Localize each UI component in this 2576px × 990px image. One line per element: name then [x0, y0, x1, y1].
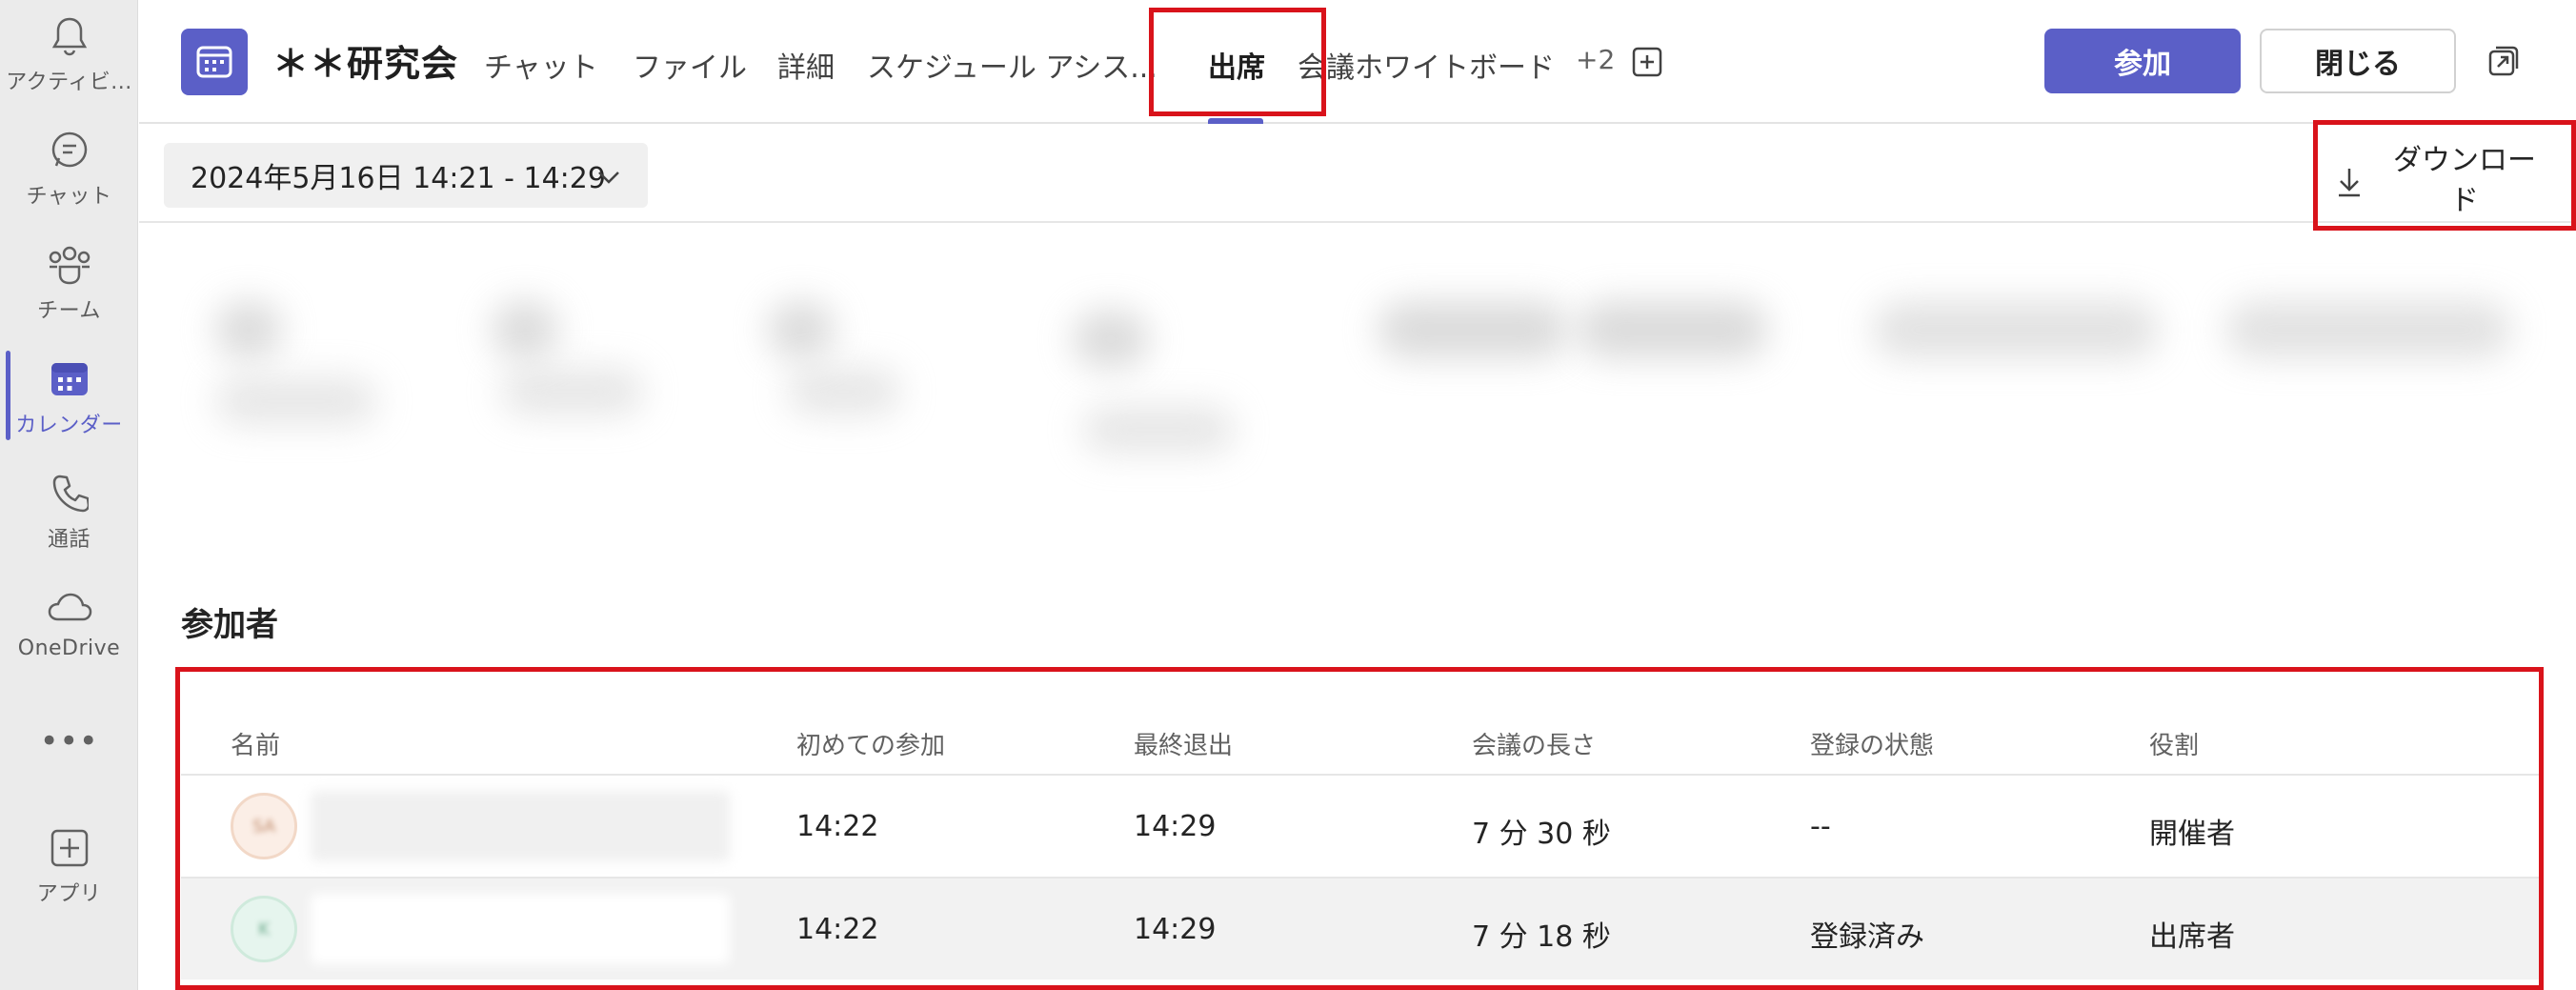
rail-item-onedrive[interactable]: OneDrive [0, 572, 138, 677]
rail-label: チャット [26, 185, 112, 209]
popout-icon[interactable] [2486, 44, 2521, 78]
rail-label: 通話 [47, 528, 91, 552]
tab-chat[interactable]: チャット [484, 44, 598, 86]
rail-item-chat[interactable]: チャット [0, 114, 138, 219]
meeting-date-value: 2024年5月16日 14:21 - 14:29 [191, 162, 606, 195]
column-header-role[interactable]: 役割 [2149, 726, 2199, 761]
blurred-stat [215, 301, 282, 358]
blurred-stat [215, 377, 377, 425]
rail-label: チーム [37, 299, 101, 323]
rail-item-calls[interactable]: 通話 [0, 457, 138, 562]
last-leave-cell: 14:29 [1134, 913, 1217, 946]
role-cell: 出席者 [2149, 920, 2235, 954]
join-button[interactable]: 参加 [2044, 29, 2241, 93]
rail-label: カレンダー [15, 414, 123, 437]
rail-label: アプリ [36, 882, 102, 906]
registration-cell: -- [1810, 810, 1831, 843]
blurred-stat [787, 368, 901, 415]
registration-cell: 登録済み [1810, 920, 1924, 954]
rail-label: アクティビ... [6, 71, 132, 94]
rail-item-apps[interactable]: アプリ [0, 812, 138, 917]
calendar-icon [47, 356, 92, 402]
close-button[interactable]: 閉じる [2260, 29, 2456, 93]
tab-files[interactable]: ファイル [633, 44, 747, 86]
attendance-toolbar: 2024年5月16日 14:21 - 14:29 ダウンロード [139, 126, 2576, 223]
chat-icon [47, 128, 92, 173]
column-header-first-join[interactable]: 初めての参加 [796, 726, 945, 761]
first-join-cell: 14:22 [796, 810, 879, 843]
download-button[interactable]: ダウンロード [2317, 135, 2549, 225]
column-header-last-leave[interactable]: 最終退出 [1134, 726, 1233, 761]
add-tab-icon[interactable] [1631, 46, 1663, 78]
teams-icon [47, 242, 92, 288]
blurred-stat [501, 368, 644, 415]
participant-name-redacted [311, 894, 730, 964]
column-header-name[interactable]: 名前 [231, 726, 280, 761]
column-header-registration[interactable]: 登録の状態 [1810, 726, 1934, 761]
page-title: ＊＊研究会 [272, 43, 459, 85]
rail-item-more[interactable]: ••• [0, 705, 138, 810]
app-rail: アクティビ... チャット チーム カレンダー 通話 OneDrive ••• [0, 0, 138, 990]
tab-whiteboard[interactable]: 会議ホワイトボード [1298, 44, 1555, 86]
table-row[interactable]: SA 14:22 14:29 7 分 30 秒 -- 開催者 [181, 774, 2540, 877]
blurred-stat [1578, 301, 1768, 358]
download-icon [2334, 166, 2365, 198]
calendar-icon [181, 29, 248, 95]
meeting-header: ＊＊研究会 チャット ファイル 詳細 スケジュール アシス... 出席 会議ホワ… [139, 0, 2576, 124]
blurred-stat [1073, 311, 1149, 368]
role-cell: 開催者 [2149, 818, 2235, 851]
more-icon: ••• [39, 722, 99, 760]
avatar: SA [231, 793, 297, 859]
avatar: K [231, 896, 297, 962]
tab-details[interactable]: 詳細 [777, 44, 835, 86]
blurred-stat [1873, 301, 2159, 358]
duration-cell: 7 分 18 秒 [1472, 920, 1611, 954]
participant-name-redacted [311, 791, 730, 861]
add-app-icon [47, 825, 92, 871]
first-join-cell: 14:22 [796, 913, 879, 946]
rail-item-teams[interactable]: チーム [0, 229, 138, 333]
rail-item-activity[interactable]: アクティビ... [0, 0, 138, 105]
chevron-down-icon [596, 164, 621, 189]
tab-attendance[interactable]: 出席 [1208, 44, 1265, 86]
participants-table: 名前 初めての参加 最終退出 会議の長さ 登録の状態 役割 SA 14:22 1… [181, 673, 2540, 987]
rail-label: OneDrive [17, 636, 121, 660]
summary-stats-blurred [139, 225, 2576, 530]
column-header-duration[interactable]: 会議の長さ [1472, 726, 1596, 761]
participants-heading: 参加者 [181, 606, 278, 644]
rail-item-calendar[interactable]: カレンダー [0, 343, 138, 448]
cloud-icon [47, 585, 92, 631]
phone-icon [47, 471, 92, 516]
bell-icon [47, 13, 92, 59]
blurred-stat [1378, 301, 1568, 358]
blurred-stat [492, 301, 558, 358]
more-tabs-button[interactable]: +2 [1576, 44, 1615, 75]
meeting-date-dropdown[interactable]: 2024年5月16日 14:21 - 14:29 [164, 143, 648, 208]
download-label: ダウンロード [2393, 144, 2536, 217]
table-row[interactable]: K 14:22 14:29 7 分 18 秒 登録済み 出席者 [181, 877, 2540, 980]
blurred-stat [2225, 301, 2511, 358]
last-leave-cell: 14:29 [1134, 810, 1217, 843]
blurred-stat [1082, 406, 1235, 454]
blurred-stat [768, 301, 835, 358]
duration-cell: 7 分 30 秒 [1472, 818, 1611, 851]
tab-scheduling-assistant[interactable]: スケジュール アシス... [867, 44, 1157, 86]
selected-tab-indicator [1208, 118, 1263, 124]
